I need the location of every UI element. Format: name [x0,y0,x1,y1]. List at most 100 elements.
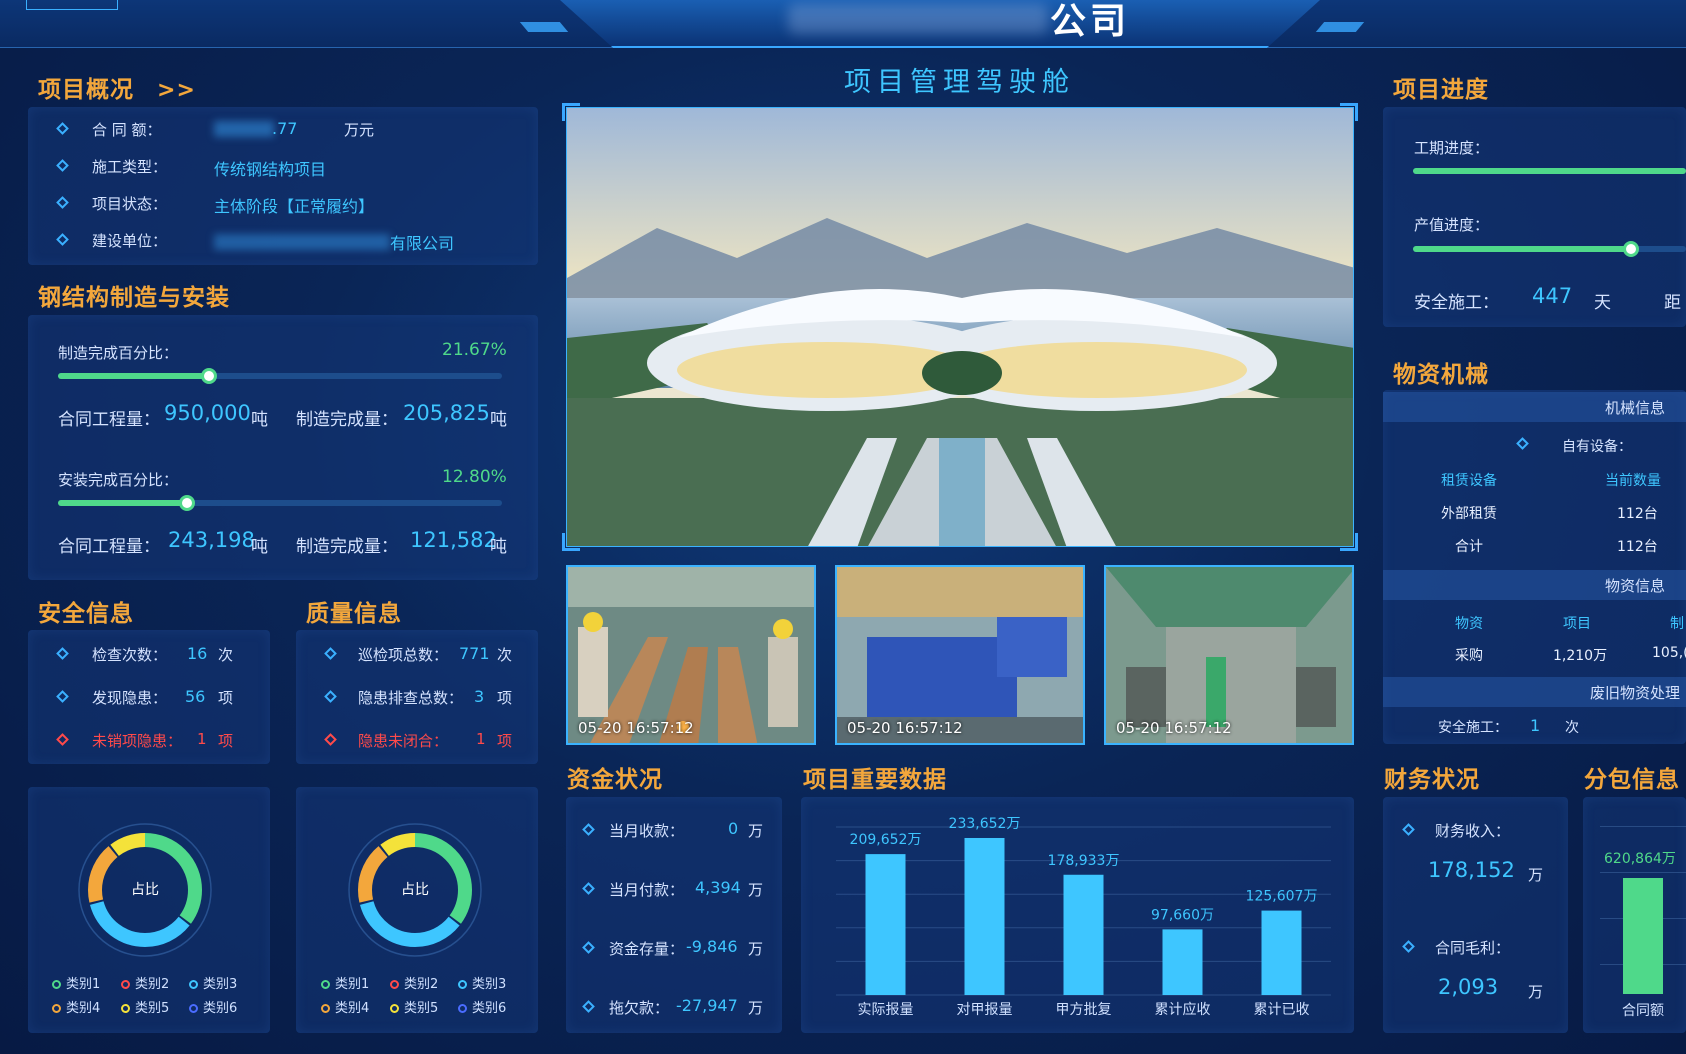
mat-col-project: 项目 [1563,616,1591,632]
mfg-contract-unit: 吨 [251,410,268,430]
mfg-percent-value: 21.67% [442,340,507,360]
waste-safe-unit: 次 [1565,720,1579,736]
builder-value: 有限公司 [390,234,455,253]
bar-0[interactable] [865,854,906,995]
construction-type-label: 施工类型： [92,158,168,176]
mfg-contract-label: 合同工程量： [58,410,160,430]
unclosed-hazards-label: 隐患未闭合： [358,732,449,750]
mfg-progress-bar [58,368,502,384]
mat-row-project-value: 1,210万 [1553,648,1608,664]
camera-feed-1[interactable]: 05-20 16:57:12 [566,565,816,745]
project-rendering-image[interactable] [566,107,1354,547]
finance-income-unit: 万 [1528,866,1544,884]
check-count-value: 16 [187,644,208,663]
bar-3[interactable] [1162,929,1203,995]
mfg-done-unit: 吨 [490,410,507,430]
steel-title: 钢结构制造与安装 [38,285,230,311]
contract-amount-label: 合 同 额： [92,121,162,139]
hazards-found-value: 56 [185,687,206,706]
hazard-check-total-value: 3 [474,687,485,706]
hazard-check-total-unit: 项 [497,689,513,707]
bar-1[interactable] [964,837,1005,995]
own-equipment-label: 自有设备： [1562,439,1632,455]
install-contract-unit: 吨 [251,537,268,557]
camera-feed-2[interactable]: 05-20 16:57:12 [835,565,1085,745]
category-label: 甲方批复 [1056,1001,1112,1018]
arrears-label: 拖欠款： [609,999,670,1017]
row-external-leased: 外部租赁 [1441,506,1497,522]
gross-profit-unit: 万 [1528,983,1544,1001]
month-receipt-value: 0 [728,819,739,838]
mfg-percent-label: 制造完成百分比： [58,344,179,362]
material-info-header: 物资信息 [1605,577,1666,595]
category-label: 实际报量 [858,1002,914,1018]
unclosed-hazards-unit: 项 [497,732,513,750]
arrears-value: -27,947 [676,996,738,1015]
month-receipt-label: 当月收款： [609,822,685,840]
quality-title: 质量信息 [306,601,402,627]
bar-value-label: 209,652万 [850,832,922,848]
gross-profit-value: 2,093 [1438,975,1499,999]
more-arrow-icon[interactable]: >> [157,78,196,103]
mat-col-extra: 制 [1670,616,1684,632]
quality-donut-center: 占比 [401,882,429,898]
safety-donut-center: 占比 [131,882,159,898]
col-header-count: 当前数量 [1605,473,1661,489]
mfg-done-label: 制造完成量： [296,410,398,430]
bar-4[interactable] [1261,910,1302,995]
legend-item: 类别5 [390,997,438,1016]
finance-income-label: 财务收入： [1435,822,1511,840]
mfg-contract-value: 950,000 [164,401,251,425]
page-subtitle: 项目管理驾驶舱 [844,67,1075,98]
legend-item: 类别4 [52,997,100,1016]
project-status-value: 主体阶段【正常履约】 [214,197,375,216]
bar-value-label: 97,660万 [1151,907,1214,923]
mfg-done-value: 205,825 [403,401,490,425]
fund-balance-value: -9,846 [686,937,738,956]
schedule-progress-bar [1413,168,1686,174]
progress-title: 项目进度 [1393,77,1489,103]
builder-label: 建设单位： [92,232,168,250]
overview-title: 项目概况 >> [38,77,196,103]
hazards-found-unit: 项 [218,689,234,707]
bar-2[interactable] [1063,874,1104,995]
distance-label: 距 [1664,293,1681,313]
legend-item: 类别1 [321,973,369,992]
check-count-unit: 次 [218,646,234,664]
open-hazards-value: 1 [197,730,207,748]
camera-feed-3[interactable]: 05-20 16:57:12 [1104,565,1354,745]
fund-balance-unit: 万 [748,940,764,958]
frame-corner [562,103,580,121]
safety-title: 安全信息 [38,601,134,627]
hazards-found-label: 发现隐患： [92,689,168,707]
output-progress-bar [1413,241,1686,257]
mfg-progress-fill [58,373,210,379]
key-data-title: 项目重要数据 [803,767,947,793]
install-done-label: 制造完成量： [296,537,398,557]
install-percent-value: 12.80% [442,467,507,487]
gross-profit-label: 合同毛利： [1435,939,1511,957]
legend-item: 类别3 [458,973,506,992]
legend-item: 类别4 [321,997,369,1016]
contract-amount-blurred [214,121,274,137]
safe-days-value: 447 [1532,284,1573,308]
legend-item: 类别2 [390,973,438,992]
top-left-button[interactable] [26,0,118,10]
safe-days-label: 安全施工： [1414,293,1499,313]
inspection-total-value: 771 [459,644,490,663]
arrears-unit: 万 [748,999,764,1017]
legend-item: 类别3 [189,973,237,992]
inspection-total-label: 巡检项总数： [358,646,449,664]
project-status-label: 项目状态： [92,195,168,213]
install-contract-value: 243,198 [168,528,255,552]
subcontract-grid-line [1600,826,1686,827]
frame-corner [1340,103,1358,121]
subcontract-bar [1623,878,1663,994]
finance-title: 财务状况 [1384,767,1480,793]
legend-item: 类别6 [189,997,237,1016]
subcontract-bar-label: 620,864万 [1604,851,1676,867]
machine-info-header: 机械信息 [1605,399,1666,417]
category-label: 累计已收 [1254,1002,1310,1018]
main-title: 公司 [1050,1,1131,42]
waste-safe-value: 1 [1530,716,1541,735]
